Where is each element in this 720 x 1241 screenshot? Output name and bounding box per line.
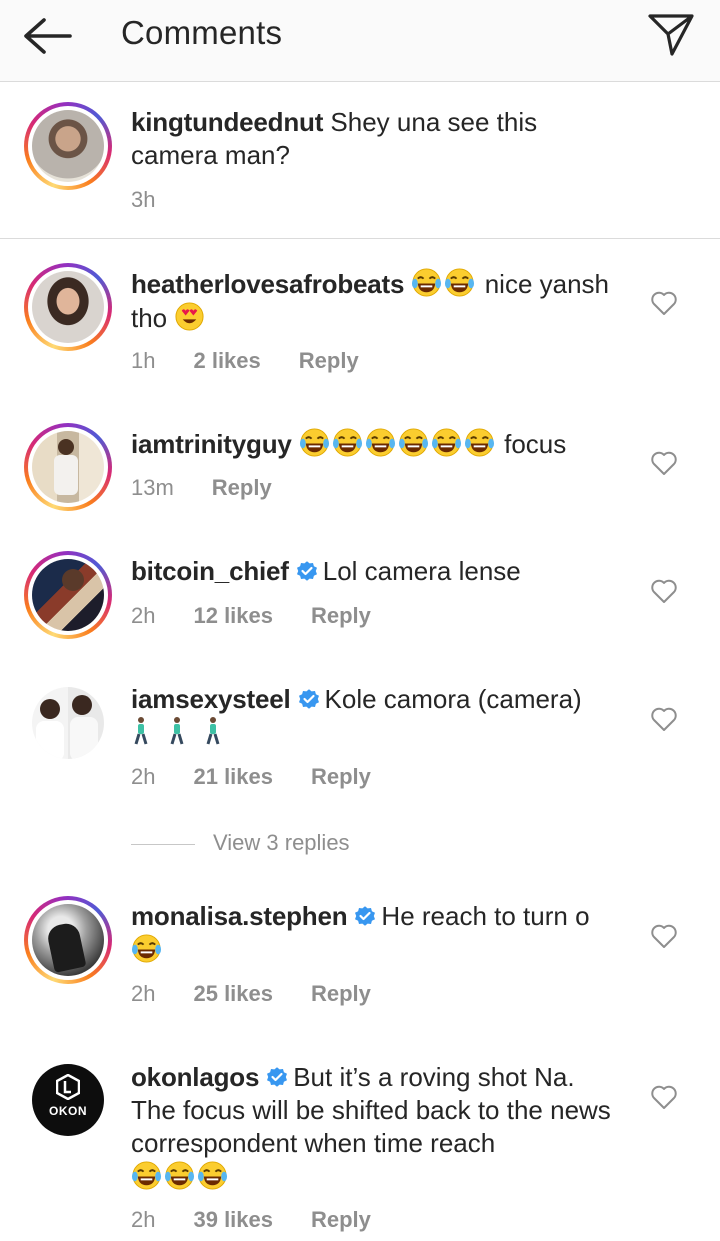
comment-text: Kole camora (camera) [324, 684, 582, 714]
comment-meta: 2h 39 likes Reply [131, 1207, 409, 1233]
likes-count[interactable]: 39 likes [193, 1207, 273, 1232]
comment-body: iamsexysteel Kole camora (camera) [131, 683, 631, 750]
reply-button[interactable]: Reply [311, 603, 371, 628]
username[interactable]: kingtundeednut [131, 107, 323, 137]
arrow-left-icon[interactable] [18, 12, 78, 60]
comment-meta: 3h [131, 187, 193, 213]
username[interactable]: monalisa.stephen [131, 901, 348, 931]
likes-count[interactable]: 25 likes [193, 981, 273, 1006]
top-bar: Comments [0, 0, 720, 82]
comment-text: focus [496, 429, 567, 459]
heart-icon[interactable] [650, 450, 678, 476]
username[interactable]: iamsexysteel [131, 684, 291, 714]
reply-button[interactable]: Reply [299, 348, 359, 373]
comment-body: okonlagos But it’s a roving shot Na. The … [131, 1061, 621, 1194]
avatar[interactable] [24, 423, 112, 511]
timestamp: 3h [131, 187, 156, 212]
divider [0, 238, 720, 239]
view-replies-label: View 3 replies [213, 830, 350, 855]
comment-text: He reach to turn o [381, 901, 590, 931]
caption-text: kingtundeednut Shey una see this camera … [131, 106, 631, 172]
view-replies-button[interactable]: View 3 replies [131, 830, 350, 860]
comment-meta: 2h 12 likes Reply [131, 603, 409, 629]
comment-text: Lol camera lense [322, 556, 521, 586]
avatar[interactable] [32, 687, 104, 759]
likes-count[interactable]: 21 likes [193, 764, 273, 789]
laughing-tears-emoji-icon [398, 428, 428, 457]
reply-button[interactable]: Reply [311, 764, 371, 789]
laughing-tears-emoji-icon [131, 934, 162, 963]
verified-badge-icon [298, 689, 319, 709]
reply-button[interactable]: Reply [212, 475, 272, 500]
timestamp: 2h [131, 1207, 156, 1232]
okon-logo-text: OKON [49, 1104, 87, 1118]
person-walking-emoji-icon [134, 717, 148, 745]
heart-icon[interactable] [650, 1084, 678, 1110]
username[interactable]: iamtrinityguy [131, 429, 292, 459]
okon-logo-icon [56, 1074, 80, 1100]
comment-meta: 13m Reply [131, 475, 310, 501]
timestamp: 13m [131, 475, 174, 500]
laughing-tears-emoji-icon [299, 428, 329, 457]
comment-meta: 1h 2 likes Reply [131, 348, 397, 374]
laughing-tears-emoji-icon [431, 428, 461, 457]
comment-body: monalisa.stephen He reach to turn o [131, 900, 631, 967]
timestamp: 2h [131, 981, 156, 1006]
reply-button[interactable]: Reply [311, 981, 371, 1006]
timestamp: 1h [131, 348, 156, 373]
page-title: Comments [121, 14, 283, 51]
verified-badge-icon [355, 906, 376, 926]
person-walking-emoji-icon [170, 717, 184, 745]
comment-meta: 2h 21 likes Reply [131, 764, 409, 790]
laughing-tears-emoji-icon [332, 428, 362, 457]
comment-body: iamtrinityguy focus [131, 427, 631, 461]
avatar[interactable] [24, 896, 112, 984]
avatar[interactable] [24, 102, 112, 190]
laughing-tears-emoji-icon [445, 268, 475, 297]
heart-icon[interactable] [650, 578, 678, 604]
laughing-tears-emoji-icon [131, 1161, 162, 1190]
paper-plane-icon[interactable] [646, 10, 696, 58]
avatar[interactable] [24, 263, 112, 351]
username[interactable]: bitcoin_chief [131, 556, 289, 586]
avatar[interactable]: OKON [32, 1064, 104, 1136]
comment-meta: 2h 25 likes Reply [131, 981, 409, 1007]
heart-icon[interactable] [650, 923, 678, 949]
timestamp: 2h [131, 764, 156, 789]
comment-body: bitcoin_chief Lol camera lense [131, 555, 631, 588]
reply-button[interactable]: Reply [311, 1207, 371, 1232]
avatar[interactable] [24, 551, 112, 639]
laughing-tears-emoji-icon [164, 1161, 195, 1190]
likes-count[interactable]: 2 likes [193, 348, 260, 373]
heart-icon[interactable] [650, 706, 678, 732]
username[interactable]: okonlagos [131, 1062, 259, 1092]
verified-badge-icon [267, 1067, 288, 1087]
heart-eyes-emoji-icon [175, 302, 204, 331]
laughing-tears-emoji-icon [464, 428, 494, 457]
laughing-tears-emoji-icon [197, 1161, 228, 1190]
person-walking-emoji-icon [206, 717, 220, 745]
comment-body: heatherlovesafrobeats nice yansh tho [131, 267, 631, 335]
laughing-tears-emoji-icon [412, 268, 442, 297]
laughing-tears-emoji-icon [365, 428, 395, 457]
timestamp: 2h [131, 603, 156, 628]
username[interactable]: heatherlovesafrobeats [131, 269, 404, 299]
verified-badge-icon [296, 561, 317, 581]
divider [131, 843, 195, 845]
likes-count[interactable]: 12 likes [193, 603, 273, 628]
heart-icon[interactable] [650, 290, 678, 316]
